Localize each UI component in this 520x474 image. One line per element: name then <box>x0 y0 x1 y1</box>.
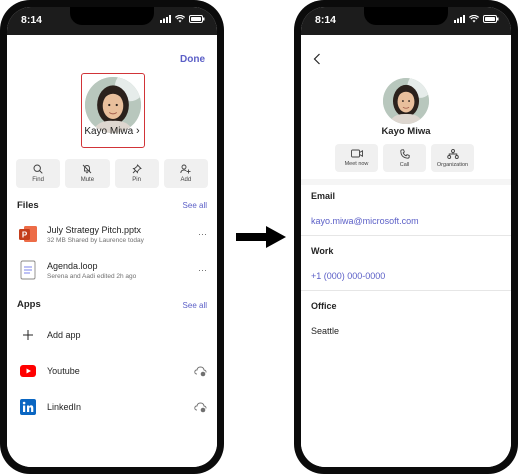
contact-actions: Meet now Call Organization <box>335 144 474 172</box>
divider <box>301 235 511 236</box>
apps-see-all-link[interactable]: See all <box>183 301 207 310</box>
video-icon <box>350 149 363 158</box>
loop-icon <box>17 259 39 281</box>
right-screen: 8:14 Kayo Miwa Meet now Call Organizatio… <box>301 7 511 467</box>
work-label: Work <box>311 246 334 256</box>
office-value: Seattle <box>311 326 340 336</box>
find-button[interactable]: Find <box>16 159 61 188</box>
org-chart-icon <box>446 148 459 159</box>
files-heading: Files <box>17 200 39 211</box>
pin-icon <box>132 164 142 174</box>
signal-icon <box>160 15 171 23</box>
app-row-linkedin[interactable]: LinkedIn <box>17 392 207 422</box>
profile-name-row[interactable]: Kayo Miwa › <box>7 125 217 137</box>
files-see-all-link[interactable]: See all <box>183 201 207 210</box>
cloud-icon[interactable] <box>194 402 207 413</box>
app-title: LinkedIn <box>47 402 82 412</box>
done-button[interactable]: Done <box>180 54 205 65</box>
find-label: Find <box>32 177 44 183</box>
pin-label: Pin <box>132 177 141 183</box>
meet-now-label: Meet now <box>344 161 369 167</box>
notch <box>70 7 154 25</box>
status-bar: 8:14 <box>7 7 217 35</box>
call-label: Call <box>399 161 410 168</box>
more-options-icon[interactable]: ··· <box>198 265 207 275</box>
add-person-icon <box>180 164 191 174</box>
profile-name: Kayo Miwa <box>381 126 431 137</box>
powerpoint-icon: P <box>17 223 39 245</box>
status-time: 8:14 <box>315 14 337 26</box>
section-divider <box>301 179 511 185</box>
left-screen: 8:14 Done Kayo Miwa › Find Mute Pin Add … <box>7 7 217 467</box>
file-subtitle: 32 MB Shared by Laurence today <box>47 236 144 244</box>
more-options-icon[interactable]: ··· <box>198 229 207 239</box>
left-phone-frame: 8:14 Done Kayo Miwa › Find Mute Pin Add … <box>0 0 224 474</box>
office-label: Office <box>311 301 337 311</box>
apps-heading: Apps <box>17 299 41 310</box>
call-button[interactable]: Call <box>383 144 426 172</box>
battery-icon <box>189 15 205 23</box>
phone-icon <box>399 148 410 159</box>
mute-label: Mute <box>80 177 95 183</box>
file-title: July Strategy Pitch.pptx <box>47 224 142 235</box>
battery-icon <box>483 15 499 23</box>
app-row-youtube[interactable]: Youtube <box>17 356 207 386</box>
bell-off-icon <box>83 164 92 174</box>
profile-name: Kayo Miwa <box>84 126 134 137</box>
back-icon[interactable] <box>313 53 321 65</box>
status-icons <box>160 15 205 23</box>
mute-button[interactable]: Mute <box>65 159 110 188</box>
avatar <box>383 78 429 124</box>
profile-sheet: Done Kayo Miwa › Find Mute Pin Add Files… <box>7 35 217 467</box>
youtube-icon <box>17 360 39 382</box>
quick-actions: Find Mute Pin Add <box>16 159 208 188</box>
wifi-icon <box>469 15 479 23</box>
search-icon <box>33 164 43 174</box>
app-title: Add app <box>47 330 81 340</box>
meet-now-button[interactable]: Meet now <box>335 144 378 172</box>
linkedin-icon <box>17 396 39 418</box>
file-subtitle: Serena and Aadi edited 2h ago <box>47 272 137 280</box>
add-app-row[interactable]: Add app <box>17 320 207 350</box>
add-label: Add <box>180 177 192 183</box>
right-phone-frame: 8:14 Kayo Miwa Meet now Call Organizatio… <box>294 0 518 474</box>
add-button[interactable]: Add <box>163 159 208 188</box>
wifi-icon <box>175 15 185 23</box>
file-row-pptx[interactable]: P July Strategy Pitch.pptx 32 MB Shared … <box>17 219 207 249</box>
signal-icon <box>454 15 465 23</box>
plus-icon <box>17 324 39 346</box>
work-phone-value[interactable]: +1 (000) 000-0000 <box>311 271 385 281</box>
file-row-loop[interactable]: Agenda.loop Serena and Aadi edited 2h ag… <box>17 255 207 285</box>
email-label: Email <box>311 191 336 201</box>
arrow-right-icon <box>236 226 286 248</box>
organization-button[interactable]: Organization <box>431 144 474 172</box>
chevron-right-icon: › <box>136 125 140 137</box>
cloud-icon[interactable] <box>194 366 207 377</box>
divider <box>301 290 511 291</box>
file-title: Agenda.loop <box>47 260 98 271</box>
svg-text:P: P <box>22 231 28 240</box>
contact-card: Kayo Miwa Meet now Call Organization Ema… <box>301 35 511 467</box>
status-icons <box>454 15 499 23</box>
notch <box>364 7 448 25</box>
organization-label: Organization <box>436 161 469 168</box>
email-value[interactable]: kayo.miwa@microsoft.com <box>311 216 419 226</box>
status-bar: 8:14 <box>301 7 511 35</box>
status-time: 8:14 <box>21 14 43 26</box>
app-title: Youtube <box>47 366 80 376</box>
pin-button[interactable]: Pin <box>114 159 159 188</box>
